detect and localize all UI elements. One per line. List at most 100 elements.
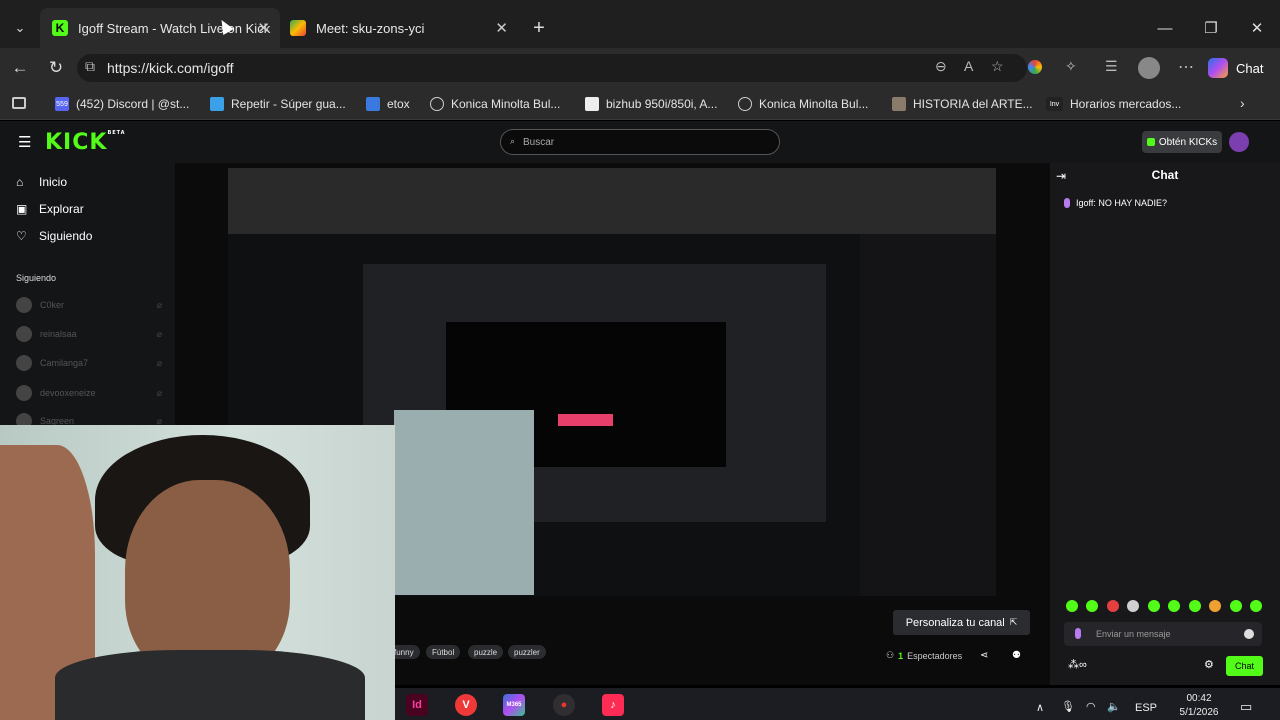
zoom-icon[interactable]: ⊖ [935, 58, 947, 75]
close-tab-icon[interactable]: ✕ [495, 19, 508, 37]
emote-icon[interactable] [1168, 600, 1181, 612]
home-icon: ⌂ [16, 175, 24, 189]
extensions-puzzle-icon[interactable]: ✧ [1065, 58, 1077, 75]
emote-icon[interactable] [1086, 600, 1099, 612]
microphone-icon[interactable]: 🎙 [1061, 700, 1075, 713]
followed-channel[interactable]: devooxeneize ⌀ [16, 384, 166, 402]
copilot-chat-button[interactable]: Chat [1208, 55, 1272, 81]
obs-icon[interactable]: ● [553, 694, 575, 716]
emote-icon[interactable] [1066, 600, 1078, 612]
copilot-icon [1208, 58, 1228, 78]
read-aloud-icon[interactable]: A [964, 58, 973, 74]
emote-icon[interactable] [1209, 600, 1222, 612]
language-indicator[interactable]: ESP [1135, 702, 1157, 714]
close-tab-icon[interactable]: ✕ [257, 19, 270, 37]
nav-inicio[interactable]: ⌂ Inicio [16, 175, 67, 189]
kick-logo[interactable]: KICKBETA [45, 130, 126, 155]
bookmark-horarios[interactable]: Inv Horarios mercados... [1046, 88, 1181, 120]
chat-input[interactable]: Enviar un mensaje [1064, 622, 1262, 646]
bookmark-discord[interactable]: 559 (452) Discord | @st... [55, 88, 189, 120]
clock[interactable]: 00:42 5/1/2026 [1168, 692, 1230, 720]
tab-list-button[interactable]: ⌄ [8, 16, 32, 40]
tag-chip[interactable]: Fútbol [426, 645, 461, 659]
vivaldi-icon[interactable]: V [455, 694, 477, 716]
bookmark-konica-2[interactable]: Konica Minolta Bul... [738, 88, 868, 120]
bookmark-historia[interactable]: HISTORIA del ARTE... [892, 88, 1033, 120]
emote-icon[interactable] [1229, 600, 1242, 612]
kick-logo-text: KICK [45, 130, 108, 155]
emote-icon[interactable] [1147, 600, 1160, 612]
close-window-button[interactable]: ✕ [1234, 8, 1280, 48]
volume-icon[interactable]: 🔈 [1107, 700, 1121, 713]
emote-icon[interactable] [1249, 600, 1262, 612]
search-input[interactable]: ⌕ Buscar [500, 129, 780, 155]
user-avatar[interactable] [1229, 132, 1249, 152]
viewer-count: ⚇ 1 Espectadores [886, 650, 962, 661]
bookmark-bizhub[interactable]: bizhub 950i/850i, A... [585, 88, 717, 120]
following-heading: Siguiendo [16, 273, 57, 283]
customize-channel-button[interactable]: Personaliza tu canal ⇱ [893, 610, 1030, 635]
notifications-icon[interactable]: ▭ [1240, 699, 1252, 715]
discord-icon: 559 [55, 97, 69, 111]
restore-button[interactable]: ❐ [1188, 8, 1234, 48]
more-menu-icon[interactable]: ⋯ [1178, 57, 1194, 77]
bookmark-etox[interactable]: etox [366, 88, 410, 120]
tag-chip[interactable]: puzzle [468, 645, 504, 659]
nav-label: Siguiendo [39, 229, 93, 243]
site-info-icon[interactable]: ⧉ [85, 58, 95, 75]
globe-icon [430, 97, 444, 111]
followed-channel[interactable]: C0ker ⌀ [16, 296, 166, 314]
url-text: https://kick.com/igoff [107, 60, 234, 76]
refresh-button[interactable]: ↻ [40, 48, 72, 88]
minimize-button[interactable]: — [1142, 8, 1188, 48]
profile-avatar[interactable] [1138, 57, 1160, 79]
followed-channel[interactable]: reinalsaa ⌀ [16, 325, 166, 343]
tab-title: Meet: sku-zons-yci [316, 20, 425, 36]
get-kicks-button[interactable]: Obtén KICKs [1142, 131, 1222, 153]
tag-chip[interactable]: puzzler [508, 645, 546, 659]
favorites-icon[interactable]: ☰ [1105, 58, 1118, 75]
url-field[interactable]: https://kick.com/igoff [77, 54, 1027, 82]
share-icon[interactable]: ⋖ [980, 650, 988, 661]
tab-kick[interactable]: K Igoff Stream - Watch Live on Kick ✕ [40, 8, 280, 48]
nested-webcam [394, 410, 534, 595]
chevron-up-icon[interactable]: ∧ [1036, 701, 1044, 714]
globe-icon [738, 97, 752, 111]
kick-icon: K [52, 20, 68, 36]
inv-icon: Inv [1046, 97, 1063, 111]
m365-icon[interactable]: M365 [503, 694, 525, 716]
collections-icon[interactable] [12, 97, 26, 109]
emoji-icon[interactable] [1244, 629, 1254, 639]
nav-explorar[interactable]: ▣ Explorar [16, 202, 84, 216]
emote-icon[interactable] [1106, 600, 1119, 612]
emote-icon[interactable] [1127, 600, 1140, 612]
wifi-icon[interactable]: ◠ [1086, 700, 1096, 713]
chevron-right-icon[interactable]: › [1240, 95, 1245, 111]
points-icon[interactable]: ⁂∞ [1068, 658, 1087, 671]
offline-icon: ⌀ [156, 328, 162, 339]
favorite-star-icon[interactable]: ☆ [991, 58, 1004, 75]
bookmark-label: Konica Minolta Bul... [759, 97, 869, 111]
menu-icon[interactable]: ☰ [18, 133, 31, 151]
offline-icon: ⌀ [156, 357, 162, 368]
follow-user-icon[interactable]: ⚉ [1012, 650, 1021, 661]
send-chat-button[interactable]: Chat [1226, 656, 1263, 676]
nav-siguiendo[interactable]: ♡ Siguiendo [16, 229, 92, 243]
bookmark-konica-1[interactable]: Konica Minolta Bul... [430, 88, 560, 120]
compass-icon: ▣ [16, 202, 28, 216]
search-icon: ⌕ [510, 136, 516, 146]
new-tab-button[interactable]: + [527, 16, 551, 40]
avatar [16, 385, 32, 401]
indesign-icon[interactable]: Id [406, 694, 428, 716]
mic-icon [1075, 628, 1081, 639]
bookmark-repetir[interactable]: Repetir - Súper gua... [210, 88, 346, 120]
emote-icon[interactable] [1188, 600, 1201, 612]
channel-name: Camilanga7 [40, 358, 89, 368]
followed-channel[interactable]: Camilanga7 ⌀ [16, 354, 166, 372]
tiktok-icon[interactable]: ♪ [602, 694, 624, 716]
chat-username[interactable]: Igoff [1076, 198, 1093, 208]
tab-meet[interactable]: Meet: sku-zons-yci ✕ [278, 8, 518, 48]
extension-icon[interactable] [1028, 60, 1042, 74]
settings-gear-icon[interactable]: ⚙ [1204, 658, 1214, 671]
back-button[interactable]: ← [4, 48, 36, 88]
